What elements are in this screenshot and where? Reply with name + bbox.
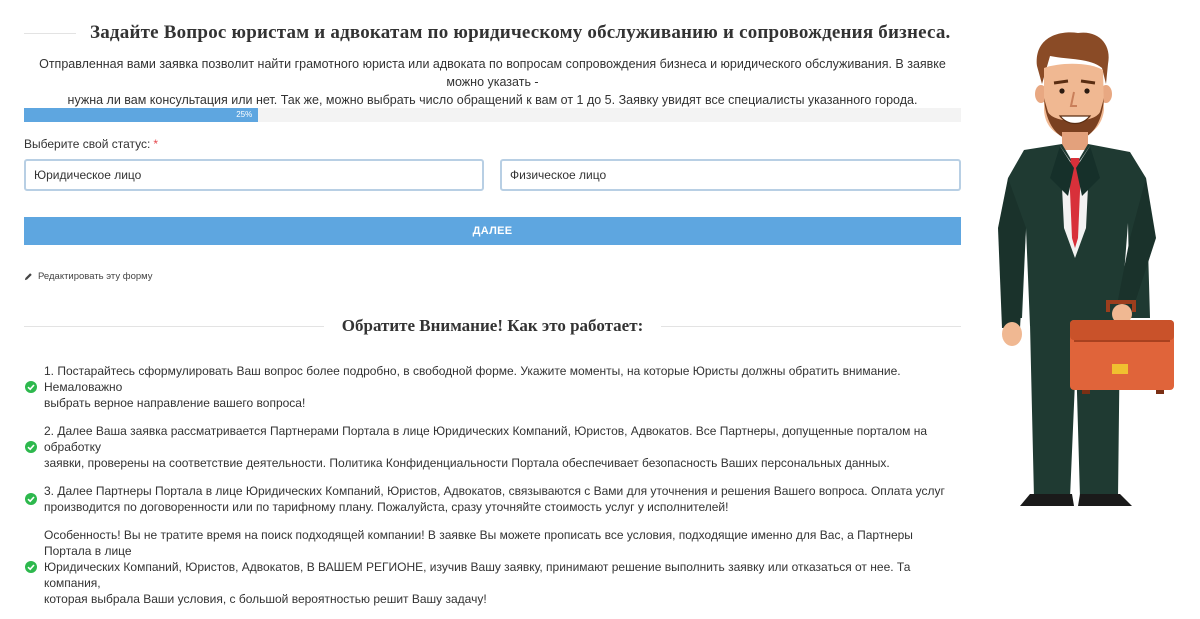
intro-line: нужна ли вам консультация или нет. Так ж… [67, 93, 918, 107]
list-item-line: Особенность! Вы не тратите время на поис… [44, 528, 913, 558]
list-item-line: которая выбрала Ваши условия, с большой … [44, 592, 487, 606]
page-title: Задайте Вопрос юристам и адвокатам по юр… [90, 22, 951, 43]
pencil-icon [24, 273, 32, 281]
option-individual[interactable]: Физическое лицо [500, 159, 961, 191]
intro-line: Отправленная вами заявка позволит найти … [39, 57, 946, 89]
edit-form-link[interactable]: Редактировать эту форму [24, 271, 153, 282]
intro-text: Отправленная вами заявка позволит найти … [24, 55, 961, 109]
list-item-line: выбрать верное направление вашего вопрос… [44, 396, 306, 410]
list-item-text: 3. Далее Партнеры Портала в лице Юридиче… [44, 483, 945, 515]
divider [24, 32, 76, 34]
check-circle-icon [25, 441, 37, 453]
list-item-line: производится по договоренности или по та… [44, 500, 729, 514]
list-item-text: 1. Постарайтесь сформулировать Ваш вопро… [44, 363, 961, 411]
list-item-line: Юридических Компаний, Юристов, Адвокатов… [44, 560, 911, 590]
list-item-text: 2. Далее Ваша заявка рассматривается Пар… [44, 423, 961, 471]
list-item: 2. Далее Ваша заявка рассматривается Пар… [24, 423, 961, 471]
list-item: Особенность! Вы не тратите время на поис… [24, 527, 961, 607]
check-circle-icon [25, 561, 37, 573]
list-item-line: заявки, проверены на соответствие деятел… [44, 456, 890, 470]
edit-form-label: Редактировать эту форму [38, 271, 153, 282]
list-item: 3. Далее Партнеры Портала в лице Юридиче… [24, 483, 961, 515]
list-item-line: 1. Постарайтесь сформулировать Ваш вопро… [44, 364, 901, 394]
option-legal-entity[interactable]: Юридическое лицо [24, 159, 484, 191]
page-title-row: Задайте Вопрос юристам и адвокатам по юр… [24, 22, 961, 44]
info-title-row: Обратите Внимание! Как это работает: [24, 316, 961, 336]
divider [661, 325, 961, 327]
list-item-text: Особенность! Вы не тратите время на поис… [44, 527, 961, 607]
required-mark: * [153, 137, 159, 151]
list-item-line: 3. Далее Партнеры Портала в лице Юридиче… [44, 484, 945, 498]
check-circle-icon [25, 381, 37, 393]
progress-fill: 25% [24, 108, 259, 122]
status-label-text: Выберите свой статус: [24, 137, 151, 151]
businessman-illustration [998, 32, 1174, 506]
list-item-line: 2. Далее Ваша заявка рассматривается Пар… [44, 424, 928, 454]
check-circle-icon [25, 493, 37, 505]
progress-bar: 25% [24, 108, 961, 122]
divider [24, 325, 324, 327]
status-label: Выберите свой статус: * [24, 137, 158, 151]
info-list: 1. Постарайтесь сформулировать Ваш вопро… [24, 363, 961, 619]
info-title: Обратите Внимание! Как это работает: [341, 316, 644, 335]
list-item: 1. Постарайтесь сформулировать Ваш вопро… [24, 363, 961, 411]
next-button[interactable]: ДАЛЕЕ [24, 217, 961, 245]
